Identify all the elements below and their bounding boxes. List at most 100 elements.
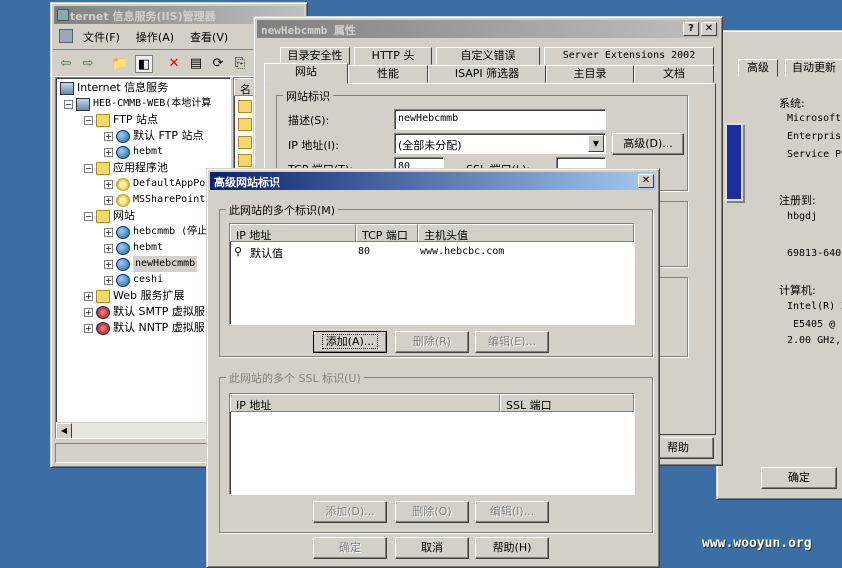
computer-line-3: 2.00 GHz,	[787, 335, 842, 346]
ok-button[interactable]: 确定	[761, 467, 837, 489]
expand-icon[interactable]: +	[104, 147, 113, 157]
menu-action[interactable]: 操作(A)	[130, 29, 180, 45]
expand-icon[interactable]: +	[104, 275, 113, 285]
expand-icon[interactable]: +	[104, 131, 113, 141]
ssl-identities-group-label: 此网站的多个 SSL 标识(U)	[226, 370, 364, 386]
help-titlebar-button[interactable]: ?	[683, 22, 699, 36]
tree-pool-1[interactable]: + DefaultAppPo	[104, 176, 205, 192]
add-identity-button[interactable]: 添加(A)...	[313, 331, 387, 353]
tree-web-extensions[interactable]: + Web 服务扩展	[84, 288, 184, 304]
edit-ssl-button[interactable]: 编辑(I)...	[475, 501, 549, 523]
menu-view[interactable]: 查看(V)	[184, 29, 234, 45]
folder-icon	[96, 161, 110, 175]
tree-nntp[interactable]: + 默认 NNTP 虚拟服	[84, 320, 205, 336]
tab-server-extensions[interactable]: Server Extensions 2002	[544, 47, 714, 65]
expand-icon[interactable]: +	[84, 307, 93, 317]
tab-auto-update[interactable]: 自动更新	[785, 59, 842, 77]
forward-icon[interactable]: ⇨	[79, 55, 97, 73]
tab-isapi-filters[interactable]: ISAPI 筛选器	[428, 65, 546, 83]
tree-site-newhebcmmb[interactable]: + newHebcmmb	[104, 256, 198, 272]
dialog-help-button[interactable]: 帮助(H)	[475, 537, 549, 559]
menu-file[interactable]: 文件(F)	[77, 29, 126, 45]
tab-http-headers[interactable]: HTTP 头	[354, 47, 432, 65]
tree-server[interactable]: − HEB-CMMB-WEB(本地计算	[64, 96, 211, 112]
description-input[interactable]: newHebcmmb	[394, 109, 606, 130]
ssl-column-ssl-port[interactable]: SSL 端口	[500, 394, 634, 412]
tree-pane[interactable]: Internet 信息服务 − HEB-CMMB-WEB(本地计算 − FTP 站点…	[55, 77, 231, 439]
add-label: 添加(A)...	[321, 334, 379, 349]
help-label: 帮助	[667, 441, 689, 454]
advanced-button[interactable]: 高级(D)...	[612, 133, 684, 155]
folder-icon	[96, 113, 110, 127]
collapse-icon[interactable]: −	[84, 163, 93, 173]
expand-icon[interactable]: +	[104, 259, 113, 269]
registered-user: hbgdj	[787, 211, 818, 222]
column-tcp-port[interactable]: TCP 端口	[356, 224, 418, 242]
close-button[interactable]: ✕	[638, 174, 654, 188]
export-icon[interactable]: ⎘	[231, 55, 249, 73]
product-id: 69813-640	[787, 248, 842, 259]
show-tree-icon[interactable]: ◧	[135, 55, 153, 73]
collapse-icon[interactable]: −	[64, 99, 73, 109]
tab-home-directory[interactable]: 主目录	[546, 65, 634, 83]
column-host-header[interactable]: 主机头值	[418, 224, 634, 242]
back-icon[interactable]: ⇦	[57, 55, 75, 73]
up-folder-icon[interactable]: 📁	[111, 55, 129, 73]
ssl-column-ip-address[interactable]: IP 地址	[230, 394, 500, 412]
folder-icon	[96, 209, 110, 223]
system-properties-window: 高级 自动更新 系统: Microsoft Enterpris Service …	[716, 30, 842, 500]
remove-identity-button[interactable]: 删除(R)	[395, 331, 469, 353]
tree-pool-2[interactable]: + MSSharePoint	[104, 192, 205, 208]
expand-icon[interactable]: +	[104, 195, 113, 205]
cancel-button[interactable]: 取消	[395, 537, 469, 559]
expand-icon[interactable]: +	[84, 291, 93, 301]
scroll-left-arrow[interactable]: ◀	[56, 423, 72, 438]
ssl-identities-list[interactable]: IP 地址 SSL 端口	[229, 393, 635, 495]
identities-list[interactable]: IP 地址 TCP 端口 主机头值 ⚲ 默认值 80 www.hebcbc.co…	[229, 223, 635, 325]
collapse-icon[interactable]: −	[84, 115, 93, 125]
tree-site-2-label: hebmt	[133, 242, 164, 253]
edit-identity-button[interactable]: 编辑(E)...	[475, 331, 549, 353]
tree-websites[interactable]: − 网站	[84, 208, 135, 224]
expand-icon[interactable]: +	[104, 227, 113, 237]
menu-bar: 文件(F) 操作(A) 查看(V)	[59, 29, 234, 45]
tree-ftp-default[interactable]: + 默认 FTP 站点	[104, 128, 203, 144]
website-icon	[116, 241, 130, 255]
ftp-site-icon	[116, 129, 130, 143]
refresh-icon[interactable]: ⟳	[209, 55, 227, 73]
tab-advanced[interactable]: 高级	[738, 59, 778, 77]
ok-button[interactable]: 确定	[313, 537, 387, 559]
tree-site-hebmt[interactable]: + hebmt	[104, 240, 163, 256]
tree-apppools[interactable]: − 应用程序池	[84, 160, 168, 176]
expand-icon[interactable]: +	[104, 179, 113, 189]
add-ssl-button[interactable]: 添加(D)...	[313, 501, 387, 523]
folder-icon	[238, 154, 252, 167]
expand-icon[interactable]: +	[104, 243, 113, 253]
tab-performance[interactable]: 性能	[348, 65, 428, 83]
ip-address-select[interactable]: (全部未分配) ▼	[394, 133, 606, 154]
delete-icon[interactable]: ✕	[165, 55, 183, 73]
tree-smtp[interactable]: + 默认 SMTP 虚拟服	[84, 304, 205, 320]
folder-icon	[238, 118, 252, 131]
tree-root[interactable]: Internet 信息服务	[60, 80, 168, 96]
properties-icon[interactable]: ▤	[187, 55, 205, 73]
ip-address-value: (全部未分配)	[398, 139, 462, 152]
tree-ftp-hebmt[interactable]: + hebmt	[104, 144, 163, 160]
tree-ftp[interactable]: − FTP 站点	[84, 112, 158, 128]
remove-ssl-button[interactable]: 删除(O)	[395, 501, 469, 523]
close-button[interactable]: ✕	[701, 22, 717, 36]
tab-custom-errors[interactable]: 自定义错误	[436, 47, 540, 65]
tree-site-hebcmmb[interactable]: + hebcmmb (停止	[104, 224, 207, 240]
tab-documents[interactable]: 文档	[634, 65, 714, 83]
chevron-down-icon[interactable]: ▼	[588, 135, 604, 152]
table-row[interactable]: ⚲ 默认值 80 www.hebcbc.com	[230, 244, 634, 260]
tree-ftp-label: FTP 站点	[113, 113, 158, 126]
tree-hscrollbar[interactable]: ◀	[56, 422, 230, 438]
column-ip-address[interactable]: IP 地址	[230, 224, 356, 242]
tree-apppools-label: 应用程序池	[113, 161, 168, 174]
iis-icon	[60, 81, 74, 95]
tree-site-ceshi[interactable]: + ceshi	[104, 272, 163, 288]
tab-website[interactable]: 网站	[264, 63, 348, 84]
collapse-icon[interactable]: −	[84, 211, 93, 221]
expand-icon[interactable]: +	[84, 323, 93, 333]
